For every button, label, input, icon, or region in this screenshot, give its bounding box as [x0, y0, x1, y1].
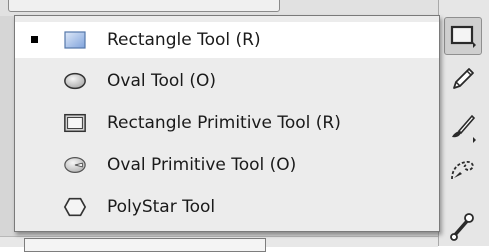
rectangle-tool-button[interactable]: [444, 17, 482, 55]
rectangle-tool-icon: [450, 25, 476, 48]
deco-icon: [451, 160, 474, 180]
bone-icon: [450, 213, 474, 241]
menu-item-oval-tool[interactable]: Oval Tool (O): [15, 63, 439, 99]
selected-check-icon: [31, 36, 38, 43]
menu-item-rectangle-primitive-tool[interactable]: Rectangle Primitive Tool (R): [15, 105, 439, 141]
rectangle-primitive-icon: [63, 111, 87, 135]
tools-strip: [438, 0, 489, 246]
menu-item-label: Oval Primitive Tool (O): [107, 155, 297, 175]
brush-tool-button[interactable]: [444, 108, 482, 146]
shape-tools-menu: Rectangle Tool (R) Oval Tool (O) Rectang…: [14, 15, 440, 232]
oval-icon: [63, 69, 87, 93]
rectangle-icon: [63, 28, 87, 52]
menu-item-label: PolyStar Tool: [107, 197, 216, 217]
pencil-tool-button[interactable]: [444, 60, 482, 98]
menu-item-label: Rectangle Tool (R): [107, 30, 261, 50]
panel-top-field[interactable]: [8, 0, 280, 12]
menu-item-oval-primitive-tool[interactable]: Oval Primitive Tool (O): [15, 147, 439, 183]
polystar-icon: [63, 195, 87, 219]
menu-item-polystar-tool[interactable]: PolyStar Tool: [15, 189, 439, 225]
brush-icon: [452, 114, 476, 143]
menu-item-label: Oval Tool (O): [107, 71, 217, 91]
oval-primitive-icon: [63, 153, 87, 177]
deco-tool-button[interactable]: [444, 152, 482, 190]
pencil-icon: [453, 68, 474, 89]
menu-item-label: Rectangle Primitive Tool (R): [107, 113, 341, 133]
menu-item-rectangle-tool[interactable]: Rectangle Tool (R): [15, 22, 439, 58]
bone-tool-button[interactable]: [444, 206, 482, 244]
panel-bottom-field[interactable]: [24, 238, 266, 252]
